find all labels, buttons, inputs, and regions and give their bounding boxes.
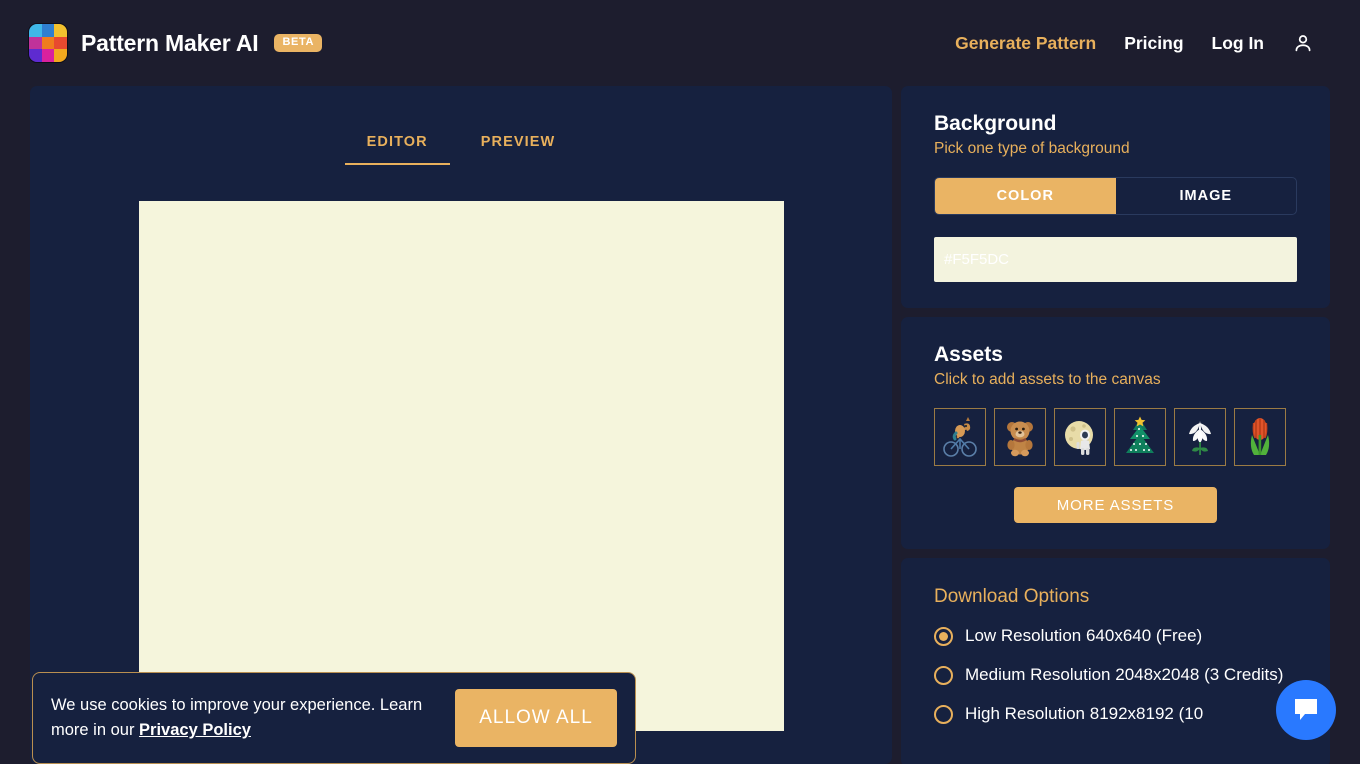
asset-tile-corn[interactable] <box>1234 408 1286 466</box>
download-option-high-resolution[interactable]: High Resolution 8192x8192 (10 <box>934 702 1297 726</box>
background-panel-title: Background <box>934 112 1297 136</box>
radio-icon-low-resolution[interactable] <box>934 627 953 646</box>
more-assets-button[interactable]: MORE ASSETS <box>1014 487 1217 523</box>
main-nav: Generate Pattern Pricing Log In <box>955 32 1332 54</box>
nav-link-generate-pattern[interactable]: Generate Pattern <box>955 33 1096 54</box>
assets-panel: Assets Click to add assets to the canvas <box>901 317 1330 549</box>
background-panel: Background Pick one type of background C… <box>901 86 1330 308</box>
canvas-wrapper <box>30 201 892 731</box>
beta-badge: BETA <box>274 34 322 52</box>
radio-icon-high-resolution[interactable] <box>934 705 953 724</box>
download-options-panel: Download Options Low Resolution 640x640 … <box>901 558 1330 764</box>
logo-cell <box>54 49 67 62</box>
logo-cell <box>29 24 42 37</box>
editor-tabs: EDITOR PREVIEW <box>30 86 892 165</box>
background-panel-subtitle: Pick one type of background <box>934 140 1297 158</box>
asset-tile-astronaut-moon[interactable] <box>1054 408 1106 466</box>
download-options-title: Download Options <box>934 586 1297 608</box>
tab-editor[interactable]: EDITOR <box>364 134 431 165</box>
download-option-label: Medium Resolution 2048x2048 (3 Credits) <box>965 663 1283 687</box>
chat-widget-button[interactable] <box>1276 680 1336 740</box>
background-type-image[interactable]: IMAGE <box>1116 178 1297 214</box>
allow-all-button[interactable]: ALLOW ALL <box>455 689 617 747</box>
asset-tile-teddy-bear[interactable] <box>994 408 1046 466</box>
logo-cell <box>42 24 55 37</box>
privacy-policy-link[interactable]: Privacy Policy <box>139 721 251 739</box>
app-header: Pattern Maker AI BETA Generate Pattern P… <box>0 0 1360 86</box>
asset-tile-lily-flower[interactable] <box>1174 408 1226 466</box>
background-type-color[interactable]: COLOR <box>935 178 1116 214</box>
nav-link-pricing[interactable]: Pricing <box>1124 33 1183 54</box>
download-option-low-resolution[interactable]: Low Resolution 640x640 (Free) <box>934 624 1297 648</box>
brand-name: Pattern Maker AI <box>81 30 258 57</box>
asset-tile-horse-riding-bicycle[interactable] <box>934 408 986 466</box>
cookie-banner-text: We use cookies to improve your experienc… <box>51 693 437 743</box>
logo-cell <box>29 49 42 62</box>
pattern-canvas[interactable] <box>139 201 784 731</box>
nav-link-log-in[interactable]: Log In <box>1212 33 1264 54</box>
logo-cell <box>54 24 67 37</box>
logo-cell <box>42 37 55 50</box>
radio-icon-medium-resolution[interactable] <box>934 666 953 685</box>
brand: Pattern Maker AI BETA <box>28 23 322 63</box>
assets-panel-title: Assets <box>934 343 1297 367</box>
asset-tile-christmas-tree[interactable] <box>1114 408 1166 466</box>
main-layout: EDITOR PREVIEW Background Pick one type … <box>0 86 1360 764</box>
cookie-consent-banner: We use cookies to improve your experienc… <box>32 672 636 764</box>
tab-preview[interactable]: PREVIEW <box>478 134 559 165</box>
download-option-label: High Resolution 8192x8192 (10 <box>965 702 1203 726</box>
background-color-input[interactable] <box>934 237 1297 282</box>
download-option-medium-resolution[interactable]: Medium Resolution 2048x2048 (3 Credits) <box>934 663 1297 687</box>
chat-bubble-icon <box>1291 696 1321 724</box>
download-option-label: Low Resolution 640x640 (Free) <box>965 624 1202 648</box>
sidebar: Background Pick one type of background C… <box>901 86 1330 764</box>
background-type-toggle: COLOR IMAGE <box>934 177 1297 215</box>
app-logo-icon <box>28 23 68 63</box>
assets-panel-subtitle: Click to add assets to the canvas <box>934 371 1297 389</box>
editor-panel: EDITOR PREVIEW <box>30 86 892 764</box>
logo-cell <box>29 37 42 50</box>
asset-grid <box>934 408 1297 466</box>
logo-cell <box>42 49 55 62</box>
person-icon[interactable] <box>1292 32 1314 54</box>
logo-cell <box>54 37 67 50</box>
